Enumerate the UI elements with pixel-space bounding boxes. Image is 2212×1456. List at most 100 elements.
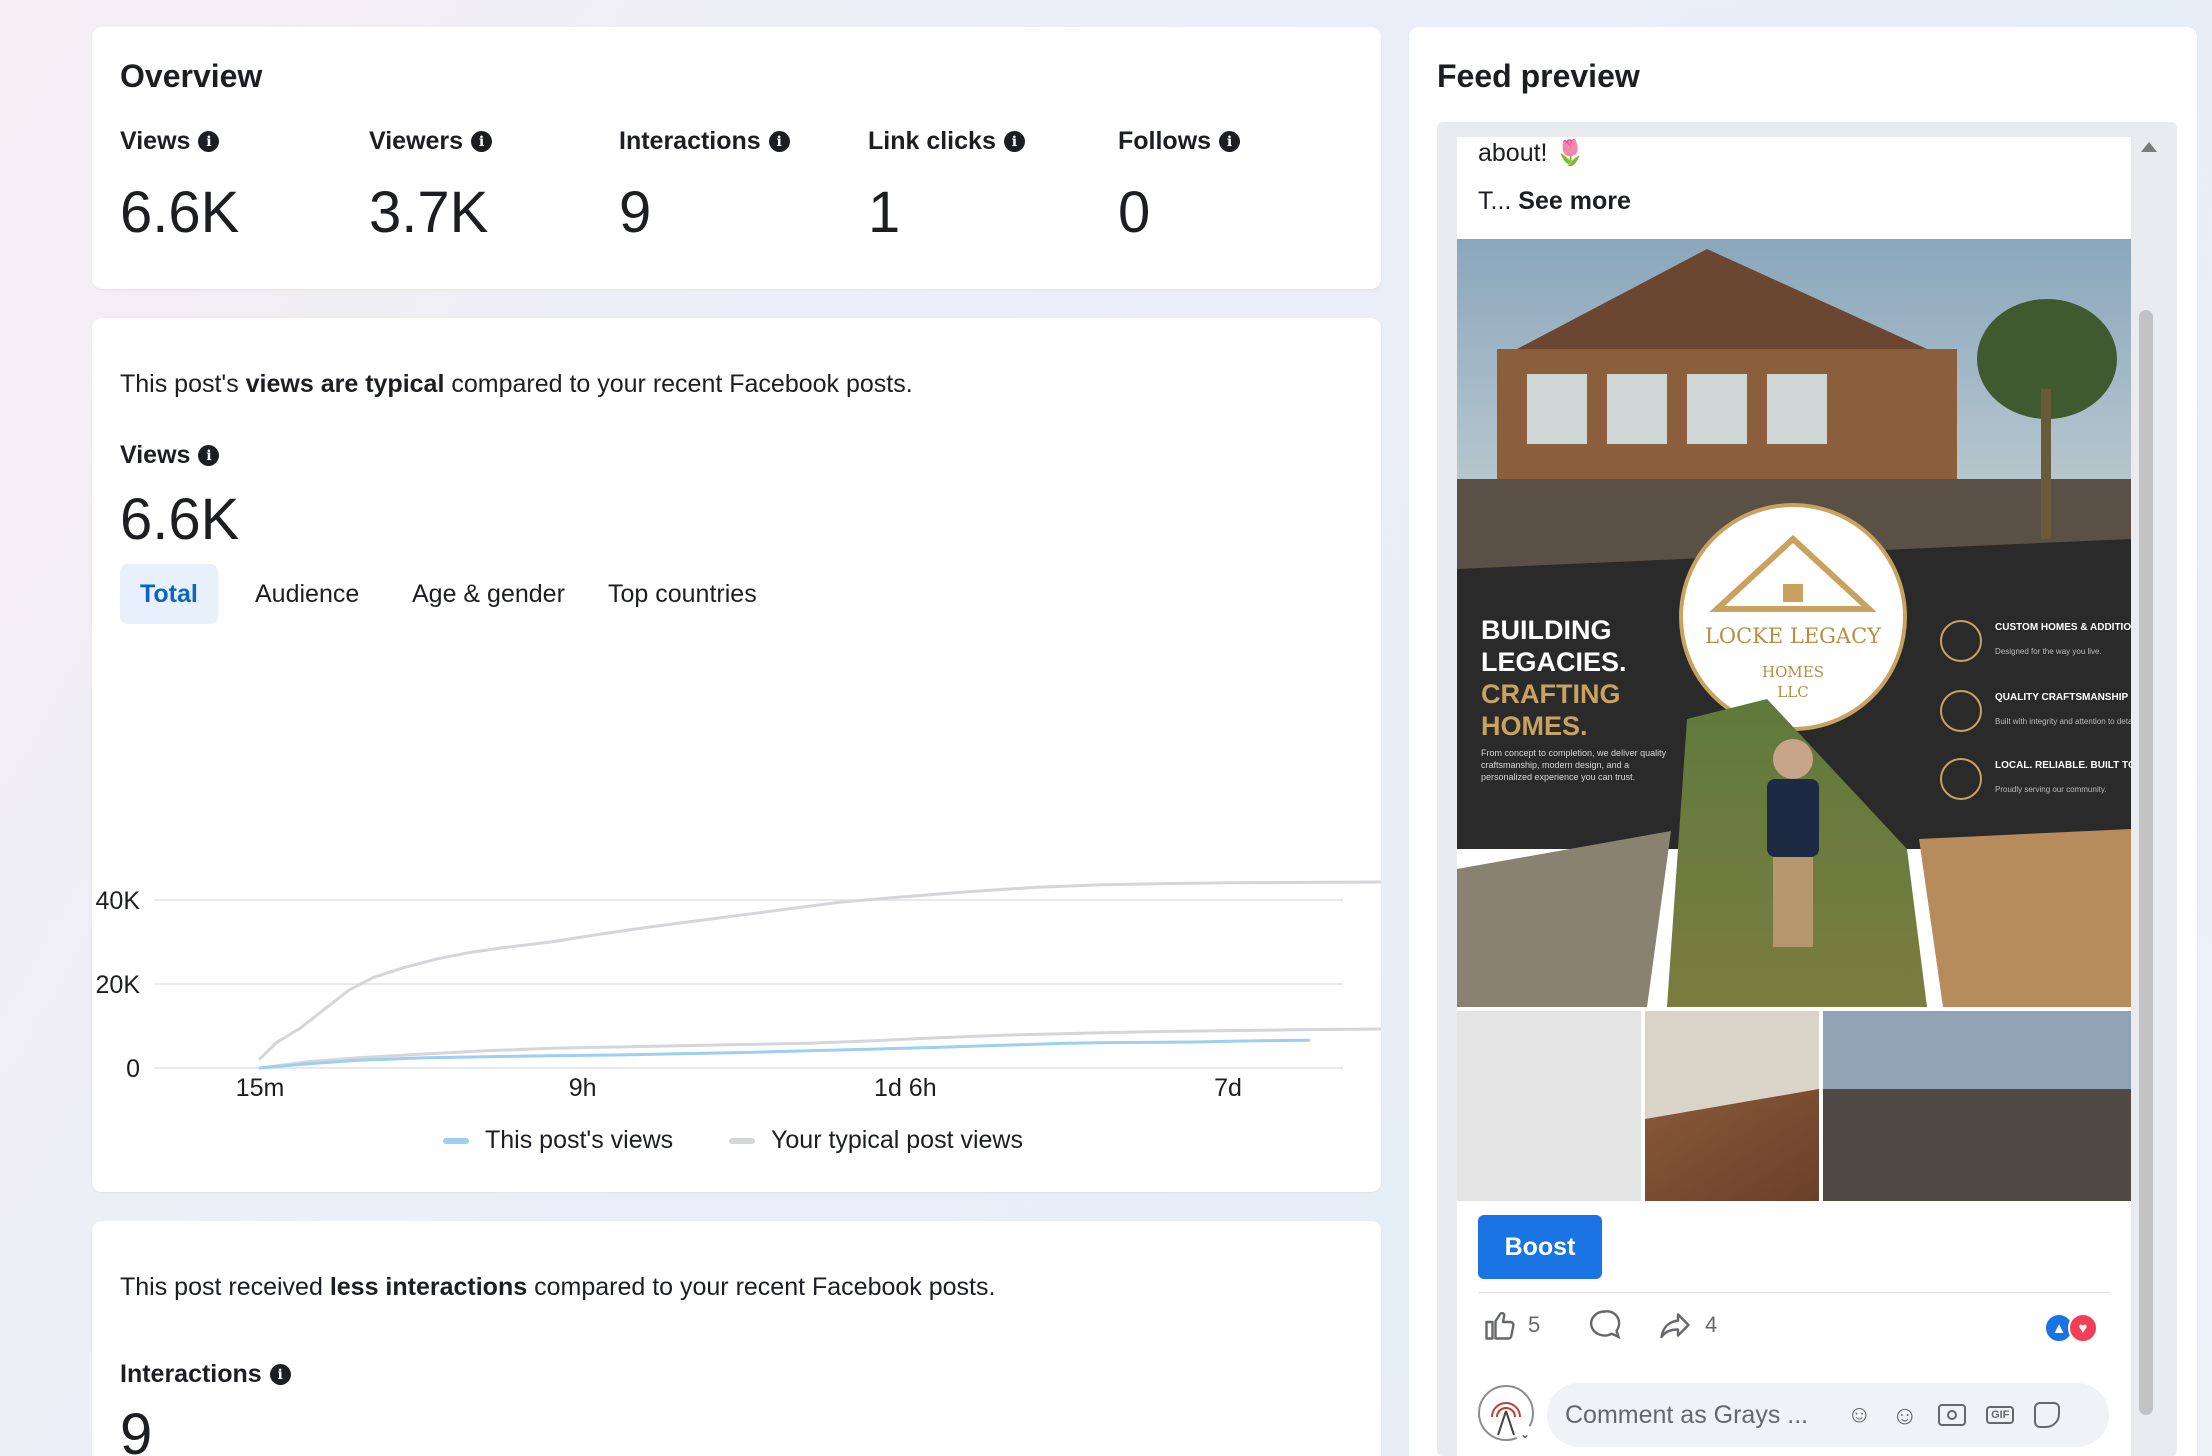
legend-label: Your typical post views xyxy=(771,1126,1023,1154)
overview-card: Overview Views i 6.6K Viewers i 3.7K Inter… xyxy=(92,27,1381,289)
x-tick-label: 9h xyxy=(569,1074,597,1098)
love-reaction-icon: ♥ xyxy=(2068,1313,2098,1343)
views-metric-label: Views xyxy=(120,441,191,469)
info-icon[interactable]: i xyxy=(1219,131,1241,152)
share-count: 4 xyxy=(1705,1312,1718,1337)
x-tick-label: 15m xyxy=(236,1074,285,1098)
series-line-typical-lower xyxy=(258,1027,1381,1070)
comment-icon xyxy=(1589,1310,1621,1340)
y-tick-label: 20K xyxy=(96,971,141,999)
post-caption-more: T... See more xyxy=(1478,187,1631,216)
tab-age-gender[interactable]: Age & gender xyxy=(392,564,585,624)
flyer-blurb-wrap: From concept to completion, we deliver q… xyxy=(1481,748,1667,782)
info-icon[interactable]: i xyxy=(198,445,220,466)
feed-post: about! 🌷 T... See more BUILDING LEGACIES… xyxy=(1457,137,2131,1456)
metric-value: 3.7K xyxy=(369,180,489,245)
sticker-icon[interactable] xyxy=(2034,1402,2061,1428)
sentence-part: compared to your recent Facebook posts. xyxy=(527,1273,996,1301)
post-caption: about! 🌷 xyxy=(1478,139,1586,168)
metric-value: 9 xyxy=(619,180,652,245)
camera-icon[interactable] xyxy=(1938,1404,1967,1426)
legend-this-post: This post's views xyxy=(443,1126,673,1155)
metric-value: 1 xyxy=(868,180,901,245)
metric-label: Follows xyxy=(1118,127,1212,155)
see-more-link[interactable]: See more xyxy=(1518,187,1631,215)
comment-input[interactable]: Comment as Grays ... ☺ ☺ GIF xyxy=(1547,1383,2109,1447)
thumbs-up-icon xyxy=(1485,1311,1515,1340)
feed-scroll-thumb[interactable] xyxy=(2139,310,2153,1415)
gif-icon[interactable]: GIF xyxy=(1986,1406,2015,1424)
post-divider xyxy=(1478,1292,2110,1293)
feature-title: QUALITY CRAFTSMANSHIP xyxy=(1995,692,2128,703)
info-icon[interactable]: i xyxy=(1003,131,1025,152)
share-action[interactable]: 4 xyxy=(1657,1307,1717,1343)
legend-swatch xyxy=(443,1137,469,1144)
interactions-metric-label: Interactions xyxy=(120,1360,262,1388)
tab-total[interactable]: Total xyxy=(120,564,218,624)
flyer-headline-4: HOMES. xyxy=(1481,711,1588,741)
feature-title: LOCAL. RELIABLE. BUILT TO LAST. xyxy=(1995,760,2131,771)
tab-top-countries[interactable]: Top countries xyxy=(588,564,777,624)
legend-swatch xyxy=(729,1137,755,1144)
sentence-highlight: views are typical xyxy=(245,370,445,398)
emoji-icon[interactable]: ☺ xyxy=(1892,1400,1919,1431)
feature-title: CUSTOM HOMES & ADDITIONS xyxy=(1995,622,2131,633)
info-icon[interactable]: i xyxy=(471,131,493,152)
metric-label: Interactions xyxy=(619,127,761,155)
comment-placeholder: Comment as Grays ... xyxy=(1565,1400,1809,1429)
legend-label: This post's views xyxy=(485,1126,674,1154)
metric-value: 6.6K xyxy=(120,180,240,245)
avatar-sticker-icon[interactable]: ☺ xyxy=(1847,1401,1872,1429)
y-tick-label: 40K xyxy=(96,887,141,915)
sentence-part: This post's xyxy=(120,370,246,398)
flyer-headline-3: CRAFTING xyxy=(1481,679,1620,709)
feature-desc: Designed for the way you live. xyxy=(1995,647,2102,656)
feed-preview-title: Feed preview xyxy=(1437,58,1640,94)
metric-label: Link clicks xyxy=(868,127,996,155)
overview-title: Overview xyxy=(120,58,263,94)
flyer-headline-1: BUILDING xyxy=(1481,615,1612,645)
views-line-chart: 0 20K 40K 15m 9h 1d 6h 7d xyxy=(96,880,1381,1098)
interactions-metric-value: 9 xyxy=(120,1402,153,1456)
feature-desc: Proudly serving our community. xyxy=(1995,785,2106,794)
x-tick-label: 7d xyxy=(1214,1074,1242,1098)
interactions-comparison-text: This post received less interactions com… xyxy=(120,1273,995,1302)
flyer-blurb: From concept to completion, we deliver q… xyxy=(1481,748,1667,782)
sentence-part: compared to your recent Facebook posts. xyxy=(444,370,913,398)
foundation-photo xyxy=(1457,831,1671,1007)
sentence-part: This post received xyxy=(120,1273,330,1301)
info-icon[interactable]: i xyxy=(269,1364,291,1385)
flyer-headline-2: LEGACIES. xyxy=(1481,647,1627,677)
boost-button[interactable]: Boost xyxy=(1478,1215,1602,1279)
views-card: This post's views are typical compared t… xyxy=(92,318,1381,1192)
views-metric-value: 6.6K xyxy=(120,487,240,552)
metric-label: Viewers xyxy=(369,127,464,155)
like-action[interactable]: 5 xyxy=(1482,1307,1540,1343)
interactions-card: This post received less interactions com… xyxy=(92,1221,1381,1456)
owner-head xyxy=(1773,739,1813,779)
framing-photo xyxy=(1919,829,2131,1007)
y-tick-label: 0 xyxy=(126,1055,140,1083)
metric-value: 0 xyxy=(1118,180,1151,245)
views-comparison-text: This post's views are typical compared t… xyxy=(120,370,913,399)
chevron-down-icon: ⌄ xyxy=(1516,1425,1534,1443)
caption-text: T... xyxy=(1478,187,1519,215)
sentence-highlight: less interactions xyxy=(329,1273,528,1301)
tab-audience[interactable]: Audience xyxy=(235,564,379,624)
tulip-icon: 🌷 xyxy=(1554,139,1586,167)
x-tick-label: 1d 6h xyxy=(874,1074,937,1098)
post-image[interactable]: BUILDING LEGACIES. CRAFTING HOMES. From … xyxy=(1457,239,2131,1201)
logo-sub-2: LLC xyxy=(1777,683,1808,701)
like-count: 5 xyxy=(1528,1312,1541,1337)
scroll-up-arrow[interactable] xyxy=(2141,142,2157,152)
share-icon xyxy=(1660,1313,1690,1339)
info-icon[interactable]: i xyxy=(198,131,220,152)
shower-photo xyxy=(1457,1011,1641,1201)
info-icon[interactable]: i xyxy=(768,131,790,152)
comment-action[interactable] xyxy=(1587,1307,1623,1343)
logo-name: LOCKE LEGACY xyxy=(1705,624,1882,648)
legend-typical: Your typical post views xyxy=(729,1126,1023,1155)
reaction-icons[interactable]: ▲ ♥ xyxy=(2044,1311,2108,1345)
feature-desc: Built with integrity and attention to de… xyxy=(1995,717,2131,726)
commenter-avatar[interactable]: ⌄ xyxy=(1478,1385,1534,1443)
